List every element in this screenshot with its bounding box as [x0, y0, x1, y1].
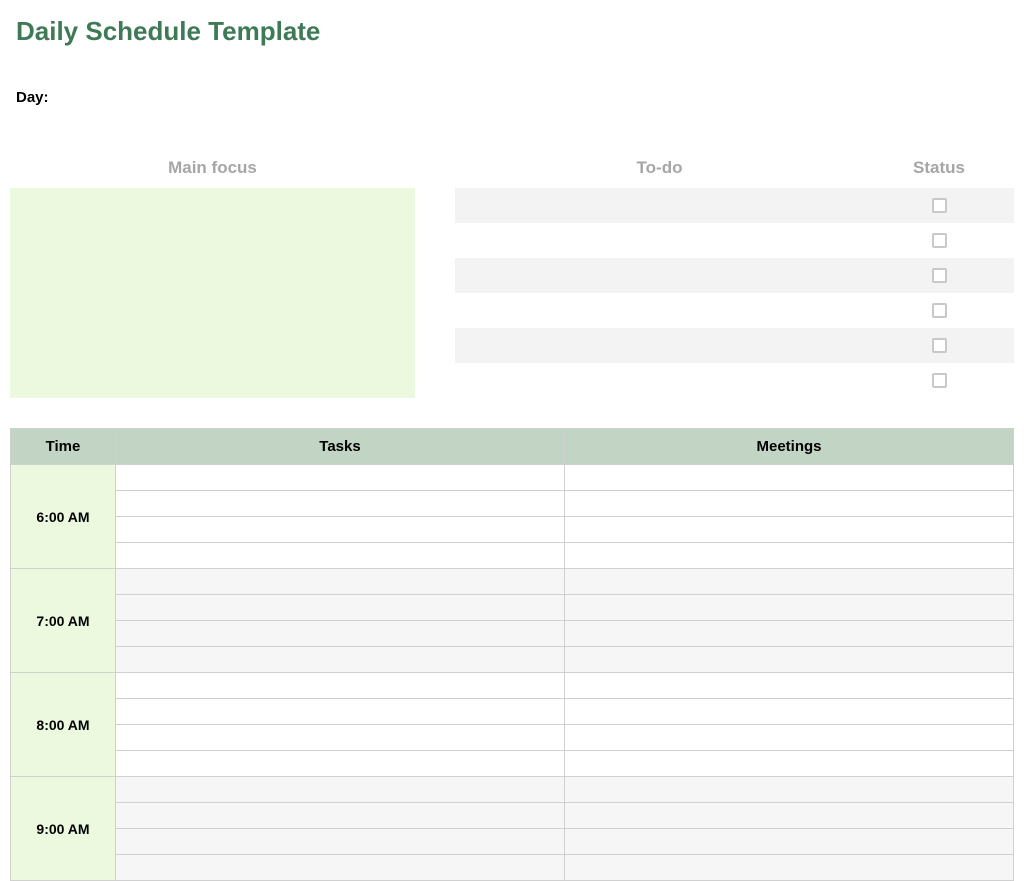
meeting-cell[interactable] — [565, 517, 1014, 543]
task-cell[interactable] — [116, 517, 565, 543]
schedule-table: Time Tasks Meetings 6:00 AM7:00 AM8:00 A… — [10, 428, 1014, 881]
todo-row — [455, 223, 1014, 258]
meeting-cell[interactable] — [565, 777, 1014, 803]
schedule-row — [11, 803, 1014, 829]
task-cell[interactable] — [116, 647, 565, 673]
top-section: Main focus To-do Status — [10, 158, 1014, 398]
checkbox-icon[interactable] — [932, 268, 947, 283]
schedule-row — [11, 621, 1014, 647]
day-label: Day: — [16, 89, 1014, 106]
checkbox-icon[interactable] — [932, 338, 947, 353]
time-cell: 6:00 AM — [11, 465, 116, 569]
todo-status — [864, 338, 1014, 353]
status-header: Status — [864, 158, 1014, 178]
task-cell[interactable] — [116, 699, 565, 725]
time-cell: 7:00 AM — [11, 569, 116, 673]
schedule-row: 6:00 AM — [11, 465, 1014, 491]
todo-status — [864, 268, 1014, 283]
schedule-row — [11, 699, 1014, 725]
meeting-cell[interactable] — [565, 647, 1014, 673]
schedule-row: 7:00 AM — [11, 569, 1014, 595]
main-focus-box[interactable] — [10, 188, 415, 398]
task-cell[interactable] — [116, 621, 565, 647]
todo-row — [455, 188, 1014, 223]
checkbox-icon[interactable] — [932, 303, 947, 318]
schedule-row — [11, 543, 1014, 569]
todo-status — [864, 373, 1014, 388]
meeting-cell[interactable] — [565, 699, 1014, 725]
meeting-cell[interactable] — [565, 595, 1014, 621]
meeting-cell[interactable] — [565, 543, 1014, 569]
schedule-row — [11, 595, 1014, 621]
meeting-cell[interactable] — [565, 803, 1014, 829]
task-cell[interactable] — [116, 803, 565, 829]
task-cell[interactable] — [116, 777, 565, 803]
schedule-row — [11, 751, 1014, 777]
meeting-cell[interactable] — [565, 725, 1014, 751]
meeting-cell[interactable] — [565, 751, 1014, 777]
schedule-row: 8:00 AM — [11, 673, 1014, 699]
task-cell[interactable] — [116, 673, 565, 699]
todo-header: To-do — [455, 158, 864, 178]
todo-row — [455, 328, 1014, 363]
task-cell[interactable] — [116, 595, 565, 621]
schedule-row — [11, 517, 1014, 543]
task-cell[interactable] — [116, 569, 565, 595]
todo-header-row: To-do Status — [455, 158, 1014, 178]
task-cell[interactable] — [116, 491, 565, 517]
time-header: Time — [11, 429, 116, 465]
schedule-row — [11, 855, 1014, 881]
todo-row — [455, 363, 1014, 398]
todo-list — [455, 188, 1014, 398]
meeting-cell[interactable] — [565, 621, 1014, 647]
todo-row — [455, 293, 1014, 328]
todo-status — [864, 198, 1014, 213]
meeting-cell[interactable] — [565, 491, 1014, 517]
task-cell[interactable] — [116, 465, 565, 491]
todo-row — [455, 258, 1014, 293]
meetings-header: Meetings — [565, 429, 1014, 465]
meeting-cell[interactable] — [565, 465, 1014, 491]
main-focus-column: Main focus — [10, 158, 415, 398]
time-cell: 8:00 AM — [11, 673, 116, 777]
tasks-header: Tasks — [116, 429, 565, 465]
meeting-cell[interactable] — [565, 569, 1014, 595]
schedule-row: 9:00 AM — [11, 777, 1014, 803]
todo-status — [864, 303, 1014, 318]
task-cell[interactable] — [116, 751, 565, 777]
schedule-row — [11, 491, 1014, 517]
meeting-cell[interactable] — [565, 855, 1014, 881]
todo-status — [864, 233, 1014, 248]
checkbox-icon[interactable] — [932, 233, 947, 248]
schedule-row — [11, 647, 1014, 673]
task-cell[interactable] — [116, 855, 565, 881]
checkbox-icon[interactable] — [932, 198, 947, 213]
page-title: Daily Schedule Template — [16, 16, 1014, 47]
task-cell[interactable] — [116, 725, 565, 751]
checkbox-icon[interactable] — [932, 373, 947, 388]
main-focus-header: Main focus — [10, 158, 415, 188]
schedule-row — [11, 725, 1014, 751]
task-cell[interactable] — [116, 543, 565, 569]
meeting-cell[interactable] — [565, 673, 1014, 699]
todo-column: To-do Status — [455, 158, 1014, 398]
time-cell: 9:00 AM — [11, 777, 116, 881]
